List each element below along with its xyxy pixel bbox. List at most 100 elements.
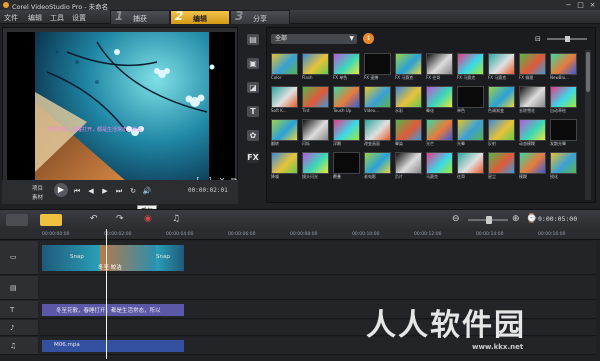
video-clip[interactable]: Snap [156, 245, 184, 271]
timeline-view-button[interactable] [40, 214, 62, 226]
library-scrollbar[interactable] [585, 50, 591, 200]
minimize-button[interactable]: − [564, 1, 573, 9]
zoom-in-icon[interactable]: ⊕ [512, 214, 520, 224]
filter-thumbnail[interactable]: 去除雪花 [519, 86, 546, 115]
volume-icon[interactable]: 🔊 [142, 186, 152, 196]
filter-thumbnail[interactable]: 光芒 [426, 119, 453, 148]
clip-mode-label[interactable]: 素材 [32, 193, 43, 201]
filter-thumbnail[interactable]: FX 马赛克 [488, 53, 515, 82]
fit-project-icon[interactable]: ⌚ [526, 214, 537, 224]
preview-video[interactable]: 冬至花散，春睡打开，都是生活常态，所以 [7, 32, 235, 190]
filter-thumbnail[interactable]: 马赛克 [426, 152, 453, 181]
zoom-knob[interactable] [486, 216, 492, 224]
timeline-ruler[interactable]: 00:00:00:00 00:00:02:00 00:00:04:00 00:00:0… [0, 229, 600, 240]
filter-thumbnail[interactable]: 动态模糊 [519, 119, 546, 148]
overlay-track-icon[interactable]: ▤ [10, 284, 17, 292]
menu-file[interactable]: 文件 [4, 13, 18, 23]
instant-project-icon[interactable]: ▣ [247, 58, 259, 69]
music-track-icon[interactable]: ♫ [10, 342, 16, 350]
transition-icon[interactable]: ◪ [247, 82, 259, 93]
menu-edit[interactable]: 编辑 [28, 13, 42, 23]
voice-track-icon[interactable]: ♪ [10, 324, 14, 332]
menu-tools[interactable]: 工具 [50, 13, 64, 23]
zoom-out-icon[interactable]: ⊟ [535, 35, 541, 43]
filter-thumbnail[interactable]: 降噪 [271, 152, 298, 181]
filter-thumbnail[interactable]: 晕化 [426, 86, 453, 115]
timeline-zoom-slider[interactable] [468, 216, 508, 224]
step-edit-tab[interactable]: 2 编辑 [170, 9, 230, 24]
menu-settings[interactable]: 设置 [72, 13, 86, 23]
record-capture-icon[interactable]: ◉ [144, 214, 152, 224]
maximize-button[interactable]: □ [576, 1, 585, 9]
title-clip[interactable]: 冬至花散，春睡打开，都是生活常态，所以 [42, 304, 184, 316]
video-clip[interactable]: Snap [42, 245, 100, 271]
title-icon[interactable]: T [247, 106, 259, 117]
filter-thumbnail[interactable]: Flash [302, 53, 329, 82]
filter-fx-icon[interactable]: FX [247, 152, 259, 163]
filter-label: 光芒 [426, 141, 434, 146]
filter-thumbnail[interactable]: 覆叠 [333, 152, 360, 181]
filter-thumbnail[interactable]: Video... [364, 86, 391, 115]
filter-thumbnail[interactable]: 光晕 [457, 119, 484, 148]
filter-thumbnail[interactable]: Tint [302, 86, 329, 115]
filter-thumbnail[interactable]: Soft K... [271, 86, 298, 115]
filter-label: 自动草绘 [550, 108, 566, 113]
filter-thumbnail[interactable]: FX 单色 [333, 53, 360, 82]
filter-thumbnail[interactable]: 单色 [457, 86, 484, 115]
filter-thumbnail[interactable]: 反射 [488, 119, 515, 148]
filter-thumbnail[interactable]: 镜头闪光 [302, 152, 329, 181]
preview-timecode[interactable]: 00:00:02:01 [188, 187, 228, 194]
filter-thumbnail[interactable]: 色调渐变 [488, 86, 515, 115]
category-dropdown[interactable]: 全部 ▼ [271, 34, 357, 44]
play-button[interactable]: ▶ [54, 183, 68, 197]
filter-thumbnail[interactable]: 锐化 [550, 152, 577, 181]
filter-thumbnail[interactable]: 老电影 [364, 152, 391, 181]
home-icon[interactable]: ⏮ [72, 186, 82, 196]
graphic-icon[interactable]: ✿ [247, 130, 259, 141]
step-share-tab[interactable]: 3 分享 [230, 9, 290, 24]
timeline-playhead[interactable] [106, 229, 107, 359]
video-track-icon[interactable]: ▭ [10, 253, 17, 261]
filter-thumbnail[interactable]: 模糊 [519, 152, 546, 181]
storyboard-view-button[interactable] [6, 214, 28, 226]
close-button[interactable]: × [588, 1, 597, 9]
repeat-icon[interactable]: ↻ [128, 186, 138, 196]
scrollbar-thumb[interactable] [586, 52, 590, 92]
redo-icon[interactable]: ↷ [116, 214, 124, 224]
filter-thumbnail[interactable]: FX 马赛克 [457, 53, 484, 82]
filter-thumbnail[interactable]: 发散光晕 [550, 119, 577, 148]
filter-thumbnail[interactable]: Color [271, 53, 298, 82]
filter-thumbnail[interactable]: FX 微理 [519, 53, 546, 82]
filter-thumbnail[interactable]: 改变画面 [364, 119, 391, 148]
filter-thumbnail[interactable]: 晕染 [395, 119, 422, 148]
filter-thumbnail[interactable]: 星尘 [488, 152, 515, 181]
project-mode-label[interactable]: 项目 [32, 184, 43, 192]
filter-thumbnail[interactable]: 水彩 [395, 86, 422, 115]
filter-thumbnail[interactable]: FX 马赛克 [395, 53, 422, 82]
media-icon[interactable]: ▤ [247, 34, 259, 45]
zoom-out-icon[interactable]: ⊖ [452, 214, 460, 224]
filter-thumbnail[interactable]: FX 速搏 [364, 53, 391, 82]
filter-thumbnail[interactable]: Touch Up [333, 86, 360, 115]
next-frame-icon[interactable]: ▶ [100, 186, 110, 196]
end-icon[interactable]: ⏭ [114, 186, 124, 196]
music-clip[interactable]: M06.mpa [42, 340, 184, 352]
thumbnail-size-slider[interactable] [547, 36, 587, 42]
filter-thumbnail[interactable]: 闪烁 [302, 119, 329, 148]
filter-thumbnail[interactable]: FX 往哥 [426, 53, 453, 82]
filter-thumbnail[interactable]: 自动草绘 [550, 86, 577, 115]
slider-knob[interactable] [565, 36, 570, 42]
filter-thumbnail[interactable]: 往哥 [457, 152, 484, 181]
filter-thumbnail[interactable]: 翻转 [271, 119, 298, 148]
filter-thumbnail[interactable]: 浮雕 [333, 119, 360, 148]
filter-thumbnail[interactable]: 负片 [395, 152, 422, 181]
filter-preview-image [302, 86, 329, 108]
timeline-duration[interactable]: 0:00:05:00 [538, 215, 577, 223]
library-menu-button[interactable]: ↕ [363, 33, 374, 44]
title-track-icon[interactable]: T [10, 306, 14, 314]
filter-thumbnail[interactable]: NewBlu... [550, 53, 577, 82]
previous-frame-icon[interactable]: ◀ [86, 186, 96, 196]
audio-mixer-icon[interactable]: ♫ [172, 214, 180, 224]
undo-icon[interactable]: ↶ [90, 214, 98, 224]
step-capture-tab[interactable]: 1 捕获 [110, 9, 170, 24]
